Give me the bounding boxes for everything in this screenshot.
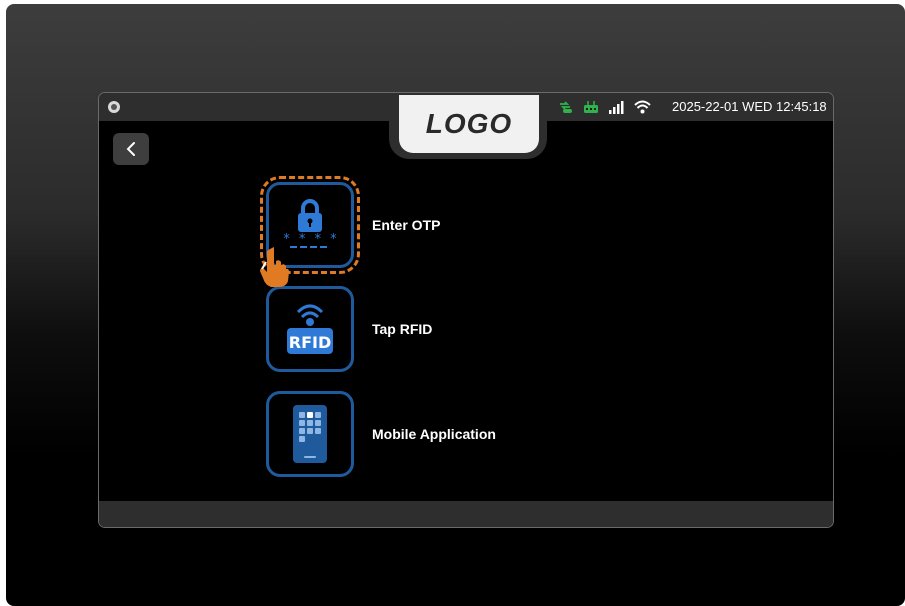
router-icon	[583, 100, 599, 114]
option-label: Tap RFID	[372, 321, 433, 337]
option-tap-rfid[interactable]: RFID Tap RFID	[266, 286, 432, 372]
datetime: 2025-22-01 WED 12:45:18	[672, 99, 827, 114]
signal-icon	[609, 100, 624, 114]
device-frame: 2025-22-01 WED 12:45:18 LOGO * * * * Ent…	[6, 4, 905, 606]
mobile-app-icon	[293, 405, 327, 463]
bottom-bar	[99, 501, 833, 527]
tap-hand-icon	[260, 247, 289, 287]
rfid-button[interactable]: RFID	[266, 286, 354, 372]
svg-text:RFID: RFID	[289, 333, 331, 352]
mobile-app-button[interactable]	[266, 391, 354, 477]
chevron-left-icon	[126, 142, 135, 156]
camera-icon	[108, 101, 120, 113]
option-label: Enter OTP	[372, 217, 441, 233]
option-label: Mobile Application	[372, 426, 496, 442]
wifi-icon	[634, 100, 651, 114]
cloud-sync-icon	[557, 100, 573, 114]
option-enter-otp[interactable]: * * * * Enter OTP	[260, 176, 441, 274]
rfid-icon: RFID	[287, 304, 333, 354]
status-icons	[557, 98, 651, 116]
logo: LOGO	[399, 95, 539, 153]
option-mobile-application[interactable]: Mobile Application	[266, 391, 496, 477]
kiosk-screen: 2025-22-01 WED 12:45:18 LOGO * * * * Ent…	[98, 92, 834, 528]
back-button[interactable]	[113, 133, 149, 165]
